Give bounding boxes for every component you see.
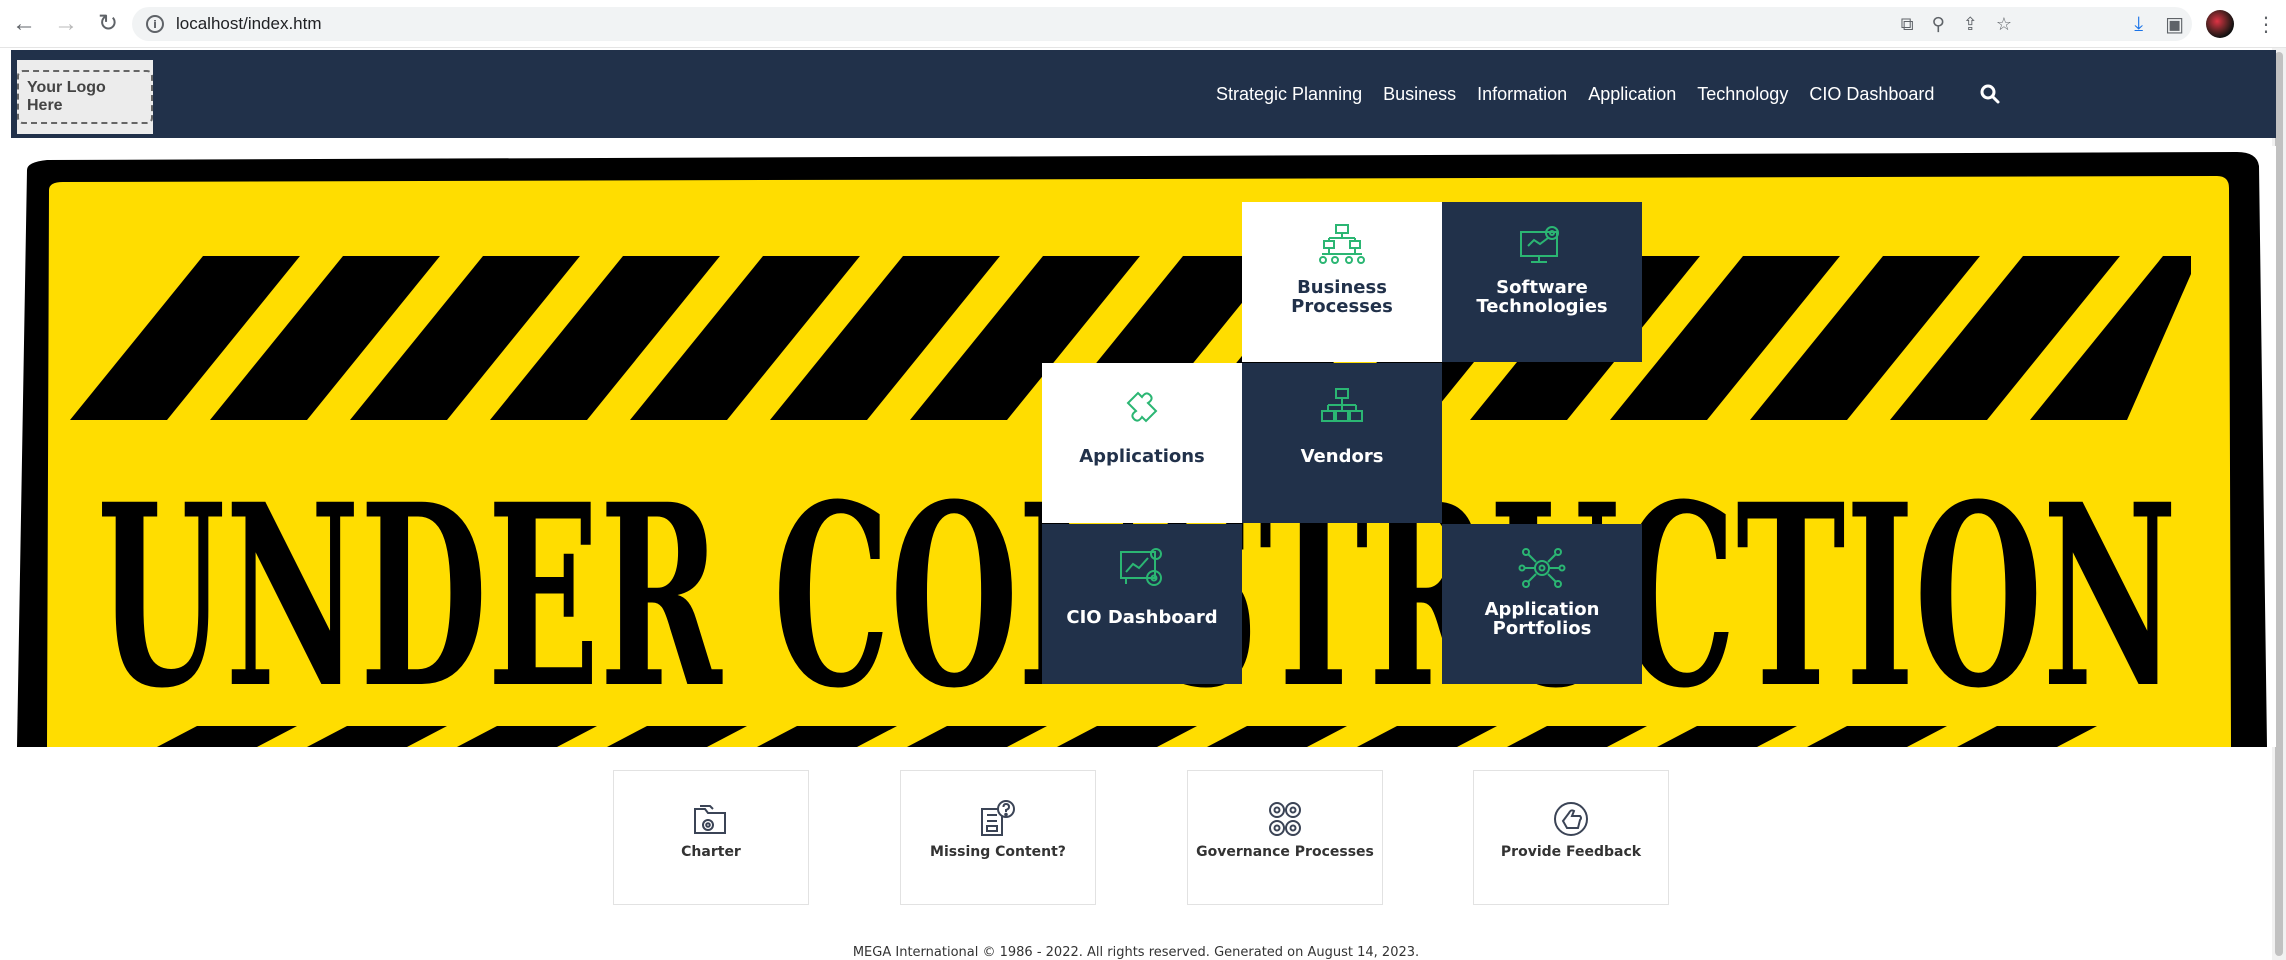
site-header: Your Logo Here Strategic Planning Busine…	[11, 50, 2276, 138]
logo-text: Your Logo Here	[17, 70, 153, 124]
profile-avatar[interactable]	[2206, 10, 2234, 38]
nav-strategic-planning[interactable]: Strategic Planning	[1216, 84, 1362, 105]
tile-label: Business Processes	[1291, 277, 1393, 317]
scrollbar-thumb[interactable]	[2275, 52, 2283, 956]
card-label: Missing Content?	[930, 844, 1066, 860]
site-logo[interactable]: Your Logo Here	[17, 60, 153, 134]
download-icon[interactable]: ⤓	[2134, 13, 2143, 36]
address-bar[interactable]: i localhost/index.htm ⧉ ⚲ ⇪ ☆	[132, 7, 2192, 41]
forward-icon[interactable]: →	[48, 6, 84, 42]
gears-icon	[1269, 802, 1301, 836]
nav-information[interactable]: Information	[1477, 84, 1567, 105]
back-icon[interactable]: ←	[6, 6, 42, 42]
search-icon[interactable]	[1979, 83, 2001, 105]
folder-gear-icon	[694, 805, 726, 834]
tile-software-technologies[interactable]: Software Technologies	[1442, 202, 1642, 362]
browser-actions: ⤓ ▣ ⋮	[2134, 0, 2286, 48]
page-footer: MEGA International © 1986 - 2022. All ri…	[852, 945, 1420, 960]
hierarchy-icon	[1319, 224, 1365, 264]
menu-kebab-icon[interactable]: ⋮	[2256, 12, 2276, 37]
card-label: Governance Processes	[1196, 844, 1374, 860]
card-missing-content[interactable]: Missing Content?	[900, 770, 1096, 905]
nav-application[interactable]: Application	[1588, 84, 1676, 105]
nav-cio-dashboard[interactable]: CIO Dashboard	[1809, 84, 1934, 105]
card-charter[interactable]: Charter	[613, 770, 809, 905]
puzzle-icon	[1126, 391, 1158, 423]
tile-cio-dashboard[interactable]: CIO Dashboard	[1042, 524, 1242, 684]
address-actions: ⧉ ⚲ ⇪ ☆	[1901, 7, 2012, 41]
translate-icon[interactable]: ⧉	[1901, 14, 1914, 35]
tile-label: Application Portfolios	[1484, 599, 1600, 639]
tile-label: Applications	[1079, 446, 1205, 467]
browser-toolbar: ← → ↻ i localhost/index.htm ⧉ ⚲ ⇪ ☆ ⤓ ▣ …	[0, 0, 2286, 48]
tile-label: CIO Dashboard	[1066, 607, 1218, 628]
side-panel-icon[interactable]: ▣	[2165, 12, 2184, 37]
nav-technology[interactable]: Technology	[1697, 84, 1788, 105]
share-icon[interactable]: ⇪	[1963, 14, 1978, 35]
reload-icon[interactable]: ↻	[90, 6, 126, 42]
card-label: Charter	[681, 844, 741, 860]
bookmark-star-icon[interactable]: ☆	[1996, 14, 2012, 35]
tile-business-processes[interactable]: Business Processes	[1242, 202, 1442, 362]
tile-vendors[interactable]: Vendors	[1242, 363, 1442, 523]
network-gear-icon	[1518, 548, 1566, 588]
monitor-gear-icon	[1520, 226, 1559, 263]
card-governance-processes[interactable]: Governance Processes	[1187, 770, 1383, 905]
card-label: Provide Feedback	[1500, 844, 1642, 860]
tile-applications[interactable]: Applications	[1042, 363, 1242, 523]
nav-business[interactable]: Business	[1383, 84, 1456, 105]
main-navigation: Strategic Planning Business Information …	[1216, 50, 1934, 138]
dashboard-icon	[1120, 548, 1162, 586]
zoom-icon[interactable]: ⚲	[1932, 14, 1945, 35]
url-text[interactable]: localhost/index.htm	[176, 14, 322, 34]
site-info-icon[interactable]: i	[146, 15, 164, 33]
tile-label: Software Technologies	[1476, 277, 1608, 317]
thumbs-feedback-icon	[1554, 802, 1588, 836]
tile-label: Vendors	[1300, 446, 1384, 467]
org-chart-icon	[1321, 388, 1363, 422]
card-provide-feedback[interactable]: Provide Feedback	[1473, 770, 1669, 905]
tile-application-portfolios[interactable]: Application Portfolios	[1442, 524, 1642, 684]
question-document-icon	[981, 800, 1015, 836]
